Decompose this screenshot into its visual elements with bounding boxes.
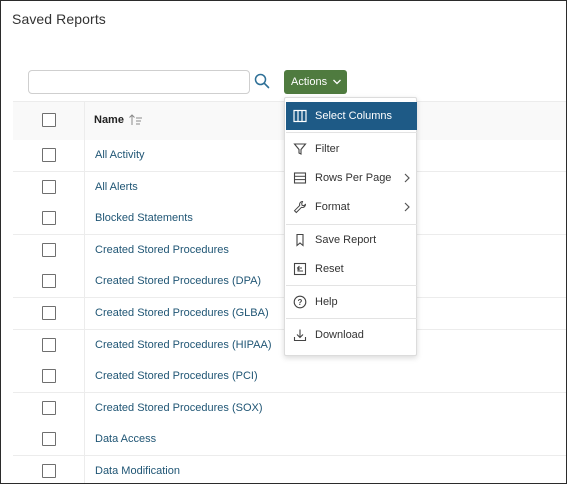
row-checkbox[interactable] [42, 180, 56, 194]
row-check-cell [13, 456, 85, 483]
report-name-link[interactable]: Created Stored Procedures (DPA) [95, 275, 261, 287]
select-all-checkbox[interactable] [42, 113, 56, 127]
row-checkbox[interactable] [42, 306, 56, 320]
row-checkbox[interactable] [42, 369, 56, 383]
row-check-cell [13, 140, 85, 171]
actions-button[interactable]: Actions [284, 70, 347, 94]
table-row: Created Stored Procedures (PCI) [13, 361, 566, 393]
menu-item-label: Select Columns [315, 110, 393, 122]
row-check-cell [13, 172, 85, 203]
menu-item-select-columns[interactable]: Select Columns [286, 102, 417, 130]
row-checkbox[interactable] [42, 401, 56, 415]
actions-menu: Select Columns Filter Rows Per Page Form… [284, 97, 417, 356]
table-row: Data Access [13, 424, 566, 456]
rows-icon [293, 171, 307, 185]
report-name-link[interactable]: Blocked Statements [95, 212, 193, 224]
download-icon [293, 328, 307, 342]
wrench-icon [293, 200, 307, 214]
report-name-link[interactable]: Data Access [95, 433, 156, 445]
menu-item-label: Help [315, 296, 338, 308]
row-checkbox[interactable] [42, 148, 56, 162]
filter-icon [293, 142, 307, 156]
bookmark-icon [293, 233, 307, 247]
row-check-cell [13, 361, 85, 392]
menu-item-label: Download [315, 329, 364, 341]
row-check-cell [13, 203, 85, 234]
menu-item-label: Rows Per Page [315, 172, 392, 184]
menu-divider [286, 285, 417, 286]
help-icon: ? [293, 295, 307, 309]
menu-item-reset[interactable]: Reset [286, 255, 417, 283]
menu-item-help[interactable]: ? Help [286, 288, 417, 316]
table-row: Data Modification [13, 456, 566, 483]
svg-text:?: ? [298, 298, 303, 307]
report-name-link[interactable]: Created Stored Procedures (SOX) [95, 402, 263, 414]
menu-item-label: Filter [315, 143, 340, 155]
actions-button-label: Actions [291, 76, 328, 88]
page-title: Saved Reports [12, 11, 106, 27]
sort-ascending-icon[interactable] [128, 113, 144, 131]
report-name-link[interactable]: Created Stored Procedures [95, 244, 229, 256]
menu-divider [286, 132, 417, 133]
table-row: Created Stored Procedures (SOX) [13, 393, 566, 425]
row-check-cell [13, 266, 85, 297]
search-icon[interactable] [253, 72, 273, 92]
row-checkbox[interactable] [42, 338, 56, 352]
row-checkbox[interactable] [42, 432, 56, 446]
row-check-cell [13, 393, 85, 424]
menu-item-label: Save Report [315, 234, 377, 246]
menu-item-label: Reset [315, 263, 344, 275]
menu-divider [286, 224, 417, 225]
menu-item-label: Format [315, 201, 350, 213]
column-header-name[interactable]: Name [94, 114, 124, 126]
row-check-cell [13, 330, 85, 361]
menu-divider [286, 318, 417, 319]
report-name-link[interactable]: Created Stored Procedures (GLBA) [95, 307, 269, 319]
reset-icon [293, 262, 307, 276]
row-check-cell [13, 298, 85, 329]
header-check-cell [13, 102, 85, 140]
menu-item-rows-per-page[interactable]: Rows Per Page [286, 164, 417, 192]
row-check-cell [13, 424, 85, 455]
search-input[interactable] [35, 71, 249, 93]
menu-item-download[interactable]: Download [286, 321, 417, 349]
columns-icon [293, 109, 307, 123]
report-name-link[interactable]: Created Stored Procedures (HIPAA) [95, 339, 271, 351]
report-name-link[interactable]: All Alerts [95, 181, 138, 193]
row-checkbox[interactable] [42, 211, 56, 225]
menu-item-format[interactable]: Format [286, 193, 417, 221]
search-field-wrapper [28, 70, 250, 94]
saved-reports-panel: Saved Reports Actions Name All Activity … [0, 0, 567, 484]
report-name-link[interactable]: All Activity [95, 149, 145, 161]
row-checkbox[interactable] [42, 274, 56, 288]
row-checkbox[interactable] [42, 464, 56, 478]
row-checkbox[interactable] [42, 243, 56, 257]
chevron-right-icon [403, 172, 411, 187]
menu-item-filter[interactable]: Filter [286, 135, 417, 163]
report-name-link[interactable]: Data Modification [95, 465, 180, 477]
report-name-link[interactable]: Created Stored Procedures (PCI) [95, 370, 258, 382]
chevron-right-icon [403, 201, 411, 216]
row-check-cell [13, 235, 85, 266]
menu-item-save-report[interactable]: Save Report [286, 226, 417, 254]
